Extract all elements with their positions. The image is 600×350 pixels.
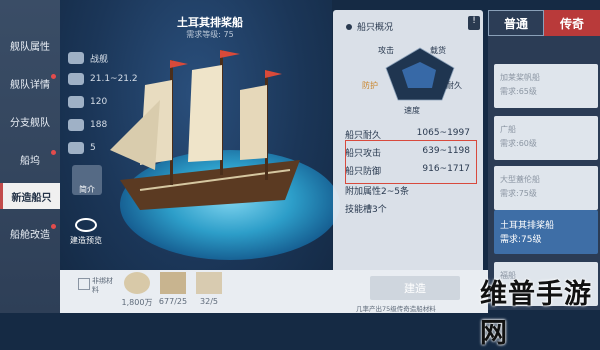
intro-label: 简介 (79, 185, 95, 194)
eye-icon (75, 218, 97, 232)
list-item-selected[interactable]: 土耳其排桨船 需求:75级 (494, 210, 598, 254)
build-button[interactable]: 建造 (370, 276, 460, 300)
nav-item-label: 舰队详情 (10, 79, 50, 91)
stat-line-label: 技能槽3个 (345, 205, 387, 215)
list-item-req: 需求:65级 (500, 87, 537, 96)
nav-item-branch-fleet[interactable]: 分支舰队 (0, 108, 60, 134)
tab-normal[interactable]: 普通 (488, 10, 544, 36)
stat-line-skill-slots: 技能槽3个 (345, 202, 470, 215)
list-item[interactable]: 加莱桨帆船 需求:65级 (494, 64, 598, 108)
highlight-box (345, 140, 477, 184)
overview-header: 船只概况 (346, 20, 393, 33)
nav-item-dock[interactable]: 船坞 (0, 146, 60, 172)
list-item[interactable]: 广船 需求:60级 (494, 116, 598, 160)
intro-button[interactable]: 简介 (72, 165, 102, 195)
radar-label-attack: 攻击 (378, 46, 394, 55)
list-item-name: 加莱桨帆船 (500, 73, 540, 82)
nav-item-label: 新造船只 (11, 192, 52, 204)
stat-line-value: 2~5条 (381, 187, 410, 197)
notification-dot (51, 150, 56, 155)
tab-label: 普通 (503, 16, 528, 31)
stat-row: 5 (68, 140, 96, 156)
radar-label-speed: 速度 (404, 106, 420, 115)
list-item-name: 土耳其排桨船 (500, 221, 555, 231)
radar-label-cargo: 载货 (430, 46, 446, 55)
stat-line-label: 附加属性 (345, 187, 382, 197)
material-icon (196, 272, 222, 294)
silver-coin-icon (124, 272, 150, 294)
crew-icon (68, 96, 84, 108)
notification-dot (51, 224, 56, 229)
ship-illustration (110, 50, 300, 210)
list-item-name: 广船 (500, 125, 516, 134)
nav-item-fleet-attributes[interactable]: 舰队属性 (0, 32, 60, 58)
cargo-icon (68, 119, 84, 131)
warship-icon (68, 52, 84, 64)
list-item-name: 大型蓋伦船 (500, 175, 540, 184)
stat-line-extra: 附加属性2~5条 (345, 184, 470, 197)
radar-label-durability: 耐久 (446, 81, 462, 90)
nav-item-label: 舰队属性 (10, 41, 50, 53)
ship-name: 土耳其排桨船 (177, 16, 243, 29)
list-item[interactable]: 大型蓋伦船 需求:75级 (494, 166, 598, 210)
cannon-icon (68, 142, 84, 154)
preview-label: 建造预览 (70, 236, 102, 245)
nav-item-fleet-details[interactable]: 舰队详情 (0, 70, 60, 96)
nav-item-label: 船坞 (20, 155, 40, 167)
unbound-material-label: 非绑材料 (92, 277, 113, 294)
nav-item-label: 船舱改造 (10, 229, 50, 241)
nav-item-cabin-refit[interactable]: 船舱改造 (0, 220, 60, 246)
resource-value: 677/25 (158, 297, 188, 306)
tab-legend[interactable]: 传奇 (544, 10, 600, 36)
build-label: 建造 (404, 282, 426, 295)
overview-title: 船只概况 (357, 23, 394, 33)
info-icon[interactable]: ! (468, 16, 480, 30)
list-item-req: 需求:60级 (500, 139, 537, 148)
stat-value: 5 (90, 143, 96, 153)
tab-label: 传奇 (559, 16, 584, 31)
build-note: 几率产出75级传奇造船材料 (356, 305, 436, 313)
ship-list-panel: 普通 传奇 加莱桨帆船 需求:65级 广船 需求:60级 大型蓋伦船 需求:75… (488, 10, 600, 310)
radar-label-defense: 防护 (362, 81, 378, 90)
hull-icon (68, 73, 84, 85)
unbound-material-checkbox[interactable] (78, 278, 90, 290)
list-item-req: 需求:75级 (500, 235, 542, 245)
gear-icon (346, 23, 352, 30)
notification-dot (51, 74, 56, 79)
nav-item-label: 分支舰队 (10, 117, 50, 129)
nav-item-new-ship[interactable]: 新造船只 (0, 183, 60, 209)
resource-value: 32/5 (200, 297, 218, 306)
left-nav: 舰队属性 舰队详情 分支舰队 船坞 新造船只 船舱改造 (0, 0, 60, 313)
ship-requirement: 需求等级: 75 (186, 30, 234, 39)
plank-icon (160, 272, 186, 294)
list-item-req: 需求:75级 (500, 189, 537, 198)
watermark: 维普手游网 (480, 279, 592, 349)
